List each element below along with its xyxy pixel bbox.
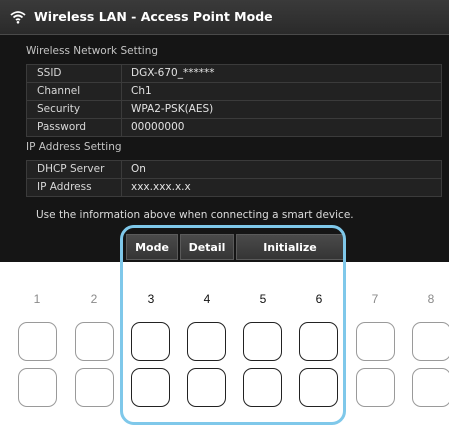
row-value: xxx.xxx.x.x	[131, 181, 191, 193]
highlight-frame	[120, 225, 346, 425]
panel-button-1-lower[interactable]	[18, 368, 57, 407]
ip-address-table: DHCP Server On IP Address xxx.xxx.x.x	[26, 160, 442, 197]
button-number-2: 2	[90, 292, 98, 306]
row-key: Security	[37, 103, 81, 115]
panel-button-7-upper[interactable]	[356, 322, 395, 361]
panel-button-8-upper[interactable]	[412, 322, 449, 361]
window-titlebar: Wireless LAN - Access Point Mode	[0, 0, 449, 35]
panel-button-2-lower[interactable]	[75, 368, 114, 407]
table-row-ssid: SSID DGX-670_******	[26, 64, 442, 82]
panel-button-2-upper[interactable]	[75, 322, 114, 361]
row-value: On	[131, 163, 146, 175]
row-key: IP Address	[37, 181, 92, 193]
panel-button-1-upper[interactable]	[18, 322, 57, 361]
button-number-1: 1	[33, 292, 41, 306]
row-value: WPA2-PSK(AES)	[131, 103, 214, 115]
row-value: DGX-670_******	[131, 67, 215, 79]
table-row-channel: Channel Ch1	[26, 82, 442, 100]
row-key: SSID	[37, 67, 62, 79]
row-value: 00000000	[131, 121, 185, 133]
wireless-network-table: SSID DGX-670_****** Channel Ch1 Security…	[26, 64, 442, 137]
row-key: DHCP Server	[37, 163, 105, 175]
lcd-screen: Wireless LAN - Access Point Mode Wireles…	[0, 0, 449, 262]
window-title: Wireless LAN - Access Point Mode	[34, 9, 273, 24]
ip-address-heading: IP Address Setting	[26, 141, 122, 153]
row-key: Password	[37, 121, 87, 133]
table-row-security: Security WPA2-PSK(AES)	[26, 100, 442, 118]
button-number-8: 8	[427, 292, 435, 306]
panel-button-7-lower[interactable]	[356, 368, 395, 407]
panel-button-8-lower[interactable]	[412, 368, 449, 407]
table-row-dhcp: DHCP Server On	[26, 160, 442, 178]
row-key: Channel	[37, 85, 81, 97]
info-text: Use the information above when connectin…	[36, 209, 354, 221]
table-row-password: Password 00000000	[26, 118, 442, 137]
wifi-icon	[10, 11, 26, 24]
row-value: Ch1	[131, 85, 152, 97]
wireless-network-heading: Wireless Network Setting	[26, 45, 159, 57]
table-row-ip: IP Address xxx.xxx.x.x	[26, 178, 442, 197]
button-number-7: 7	[371, 292, 379, 306]
